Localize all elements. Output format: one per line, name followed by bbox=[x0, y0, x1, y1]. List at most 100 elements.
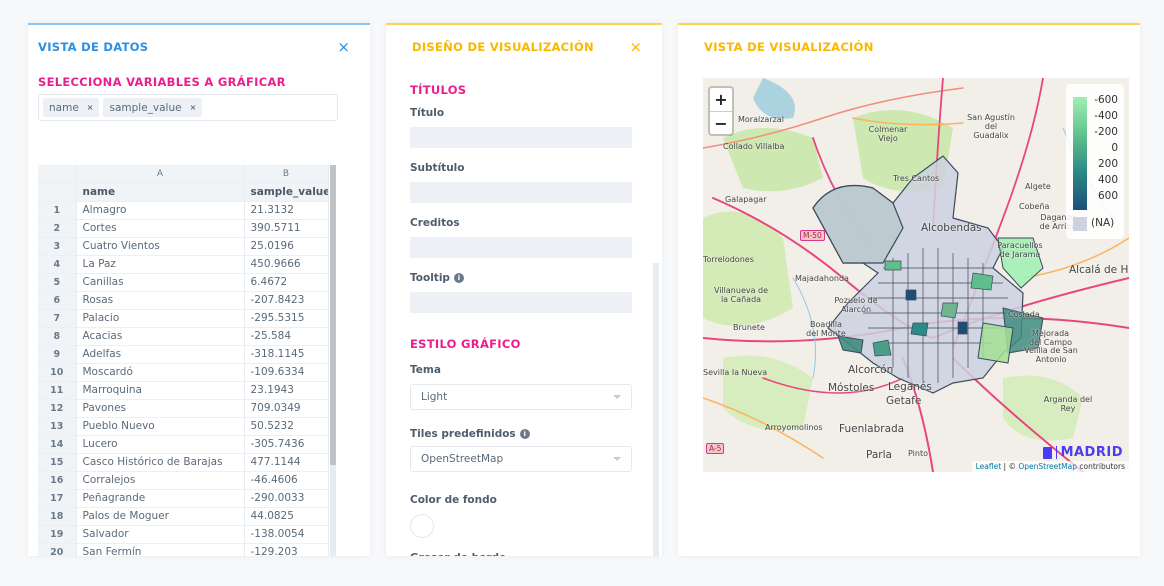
cell-sample-value[interactable]: -129.203 bbox=[244, 543, 329, 556]
district-green[interactable] bbox=[940, 302, 959, 319]
place-label: Tres Cantos bbox=[893, 174, 940, 183]
zoom-out-button[interactable]: − bbox=[710, 111, 732, 134]
district-green[interactable] bbox=[884, 260, 902, 271]
visualization-panel-title: VISTA DE VISUALIZACIÓN bbox=[704, 40, 874, 54]
cell-name[interactable]: Salvador bbox=[76, 525, 245, 544]
row-index: 6 bbox=[38, 291, 77, 310]
column-letter-a[interactable]: A bbox=[76, 165, 245, 184]
close-design-panel-icon[interactable]: × bbox=[629, 39, 642, 55]
cell-name[interactable]: San Fermín bbox=[76, 543, 245, 556]
cell-sample-value[interactable]: 450.9666 bbox=[244, 255, 329, 274]
leaflet-link[interactable]: Leaflet bbox=[976, 462, 1002, 471]
cell-name[interactable]: Corralejos bbox=[76, 471, 245, 490]
cell-sample-value[interactable]: 44.0825 bbox=[244, 507, 329, 526]
forest-area bbox=[723, 128, 823, 192]
table-row: 12 Pavones 709.0349 bbox=[38, 399, 329, 418]
cell-sample-value[interactable]: -295.5315 bbox=[244, 309, 329, 328]
place-label: Colmenar Viejo bbox=[868, 125, 908, 143]
header-name[interactable]: name bbox=[76, 183, 245, 202]
leaflet-map[interactable]: Moralzarzal Collado Villalba Colmenar Vi… bbox=[703, 78, 1129, 472]
table-scrollbar[interactable] bbox=[330, 165, 336, 556]
info-icon[interactable]: i bbox=[519, 429, 530, 439]
osm-link[interactable]: OpenStreetMap bbox=[1018, 462, 1077, 471]
district-el-pardo[interactable] bbox=[812, 184, 904, 264]
district-dark[interactable] bbox=[957, 321, 968, 335]
cell-name[interactable]: La Paz bbox=[76, 255, 245, 274]
cell-sample-value[interactable]: 390.5711 bbox=[244, 219, 329, 238]
row-index: 19 bbox=[38, 525, 77, 544]
cell-sample-value[interactable]: -305.7436 bbox=[244, 435, 329, 454]
design-panel-scrollbar[interactable] bbox=[653, 263, 659, 556]
cell-sample-value[interactable]: -138.0054 bbox=[244, 525, 329, 544]
row-index: 17 bbox=[38, 489, 77, 508]
place-label: Alcalá de Henares bbox=[1069, 264, 1129, 276]
credits-input[interactable] bbox=[410, 237, 632, 258]
tiles-select[interactable]: OpenStreetMap bbox=[410, 446, 632, 472]
remove-chip-icon[interactable]: × bbox=[87, 103, 94, 112]
subtitle-input[interactable] bbox=[410, 182, 632, 203]
cell-name[interactable]: Lucero bbox=[76, 435, 245, 454]
column-letter-b[interactable]: B bbox=[244, 165, 329, 184]
cell-name[interactable]: Pueblo Nuevo bbox=[76, 417, 245, 436]
row-index: 10 bbox=[38, 363, 77, 382]
theme-select[interactable]: Light bbox=[410, 384, 632, 410]
tooltip-input[interactable] bbox=[410, 292, 632, 313]
table-row: 5 Canillas 6.4672 bbox=[38, 273, 329, 292]
district-green[interactable] bbox=[977, 322, 1014, 364]
zoom-in-button[interactable]: + bbox=[710, 88, 732, 111]
district-teal[interactable] bbox=[910, 322, 929, 337]
cell-name[interactable]: Cuatro Vientos bbox=[76, 237, 245, 256]
cell-sample-value[interactable]: -109.6334 bbox=[244, 363, 329, 382]
cell-sample-value[interactable]: -25.584 bbox=[244, 327, 329, 346]
cell-name[interactable]: Peñagrande bbox=[76, 489, 245, 508]
header-sample-value[interactable]: sample_value bbox=[244, 183, 329, 202]
legend-tick: 0 bbox=[1111, 142, 1118, 154]
cell-name[interactable]: Moscardó bbox=[76, 363, 245, 382]
row-index: 7 bbox=[38, 309, 77, 328]
table-row: 6 Rosas -207.8423 bbox=[38, 291, 329, 310]
row-index bbox=[38, 183, 77, 202]
info-icon[interactable]: i bbox=[453, 273, 464, 283]
cell-sample-value[interactable]: 6.4672 bbox=[244, 273, 329, 292]
row-index: 9 bbox=[38, 345, 77, 364]
table-row: 17 Peñagrande -290.0033 bbox=[38, 489, 329, 508]
cell-name[interactable]: Cortes bbox=[76, 219, 245, 238]
district-dark[interactable] bbox=[905, 289, 917, 301]
district-teal[interactable] bbox=[872, 339, 892, 357]
bg-color-label: Color de fondo bbox=[410, 494, 636, 506]
cell-name[interactable]: Palacio bbox=[76, 309, 245, 328]
cell-sample-value[interactable]: 477.1144 bbox=[244, 453, 329, 472]
cell-name[interactable]: Canillas bbox=[76, 273, 245, 292]
cell-sample-value[interactable]: 21.3132 bbox=[244, 201, 329, 220]
cell-name[interactable]: Pavones bbox=[76, 399, 245, 418]
cell-sample-value[interactable]: -207.8423 bbox=[244, 291, 329, 310]
cell-sample-value[interactable]: 23.1943 bbox=[244, 381, 329, 400]
cell-name[interactable]: Almagro bbox=[76, 201, 245, 220]
cell-sample-value[interactable]: 25.0196 bbox=[244, 237, 329, 256]
cell-name[interactable]: Marroquina bbox=[76, 381, 245, 400]
cell-name[interactable]: Casco Histórico de Barajas bbox=[76, 453, 245, 472]
variables-select-input[interactable]: name × sample_value × bbox=[38, 94, 338, 121]
legend-tick: -600 bbox=[1094, 94, 1118, 106]
cell-sample-value[interactable]: -46.4606 bbox=[244, 471, 329, 490]
remove-chip-icon[interactable]: × bbox=[190, 103, 197, 112]
cell-name[interactable]: Adelfas bbox=[76, 345, 245, 364]
place-label: Galapagar bbox=[725, 195, 767, 204]
corner-cell bbox=[38, 165, 77, 184]
cell-sample-value[interactable]: -290.0033 bbox=[244, 489, 329, 508]
row-index: 20 bbox=[38, 543, 77, 556]
cell-sample-value[interactable]: -318.1145 bbox=[244, 345, 329, 364]
title-input[interactable] bbox=[410, 127, 632, 148]
cell-sample-value[interactable]: 50.5232 bbox=[244, 417, 329, 436]
close-data-view-icon[interactable]: × bbox=[337, 39, 350, 55]
cell-name[interactable]: Palos de Moguer bbox=[76, 507, 245, 526]
bg-color-picker[interactable] bbox=[410, 514, 434, 538]
place-label: Sevilla la Nueva bbox=[703, 368, 768, 377]
cell-name[interactable]: Acacias bbox=[76, 327, 245, 346]
table-scrollbar-thumb[interactable] bbox=[330, 165, 336, 465]
row-index: 18 bbox=[38, 507, 77, 526]
cell-name[interactable]: Rosas bbox=[76, 291, 245, 310]
district-green[interactable] bbox=[970, 272, 994, 291]
legend-na-label: (NA) bbox=[1091, 217, 1115, 229]
cell-sample-value[interactable]: 709.0349 bbox=[244, 399, 329, 418]
